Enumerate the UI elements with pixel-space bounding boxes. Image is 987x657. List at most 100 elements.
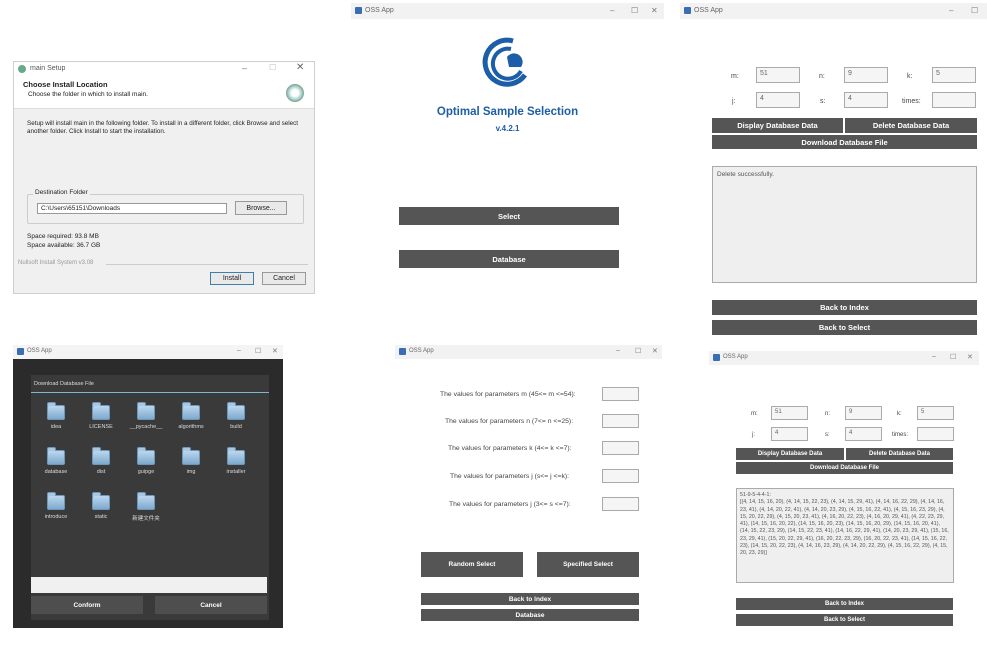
s-input[interactable]: 4 bbox=[845, 427, 882, 441]
folder-item[interactable]: img bbox=[171, 447, 211, 475]
cancel-button[interactable]: Cancel bbox=[262, 272, 306, 285]
k-input[interactable]: 5 bbox=[932, 67, 976, 83]
folder-icon bbox=[137, 402, 155, 420]
maximize-icon[interactable]: ☐ bbox=[255, 347, 261, 355]
folder-icon bbox=[227, 447, 245, 465]
download-database-button[interactable]: Download Database File bbox=[736, 462, 953, 474]
folder-item[interactable]: __pycache__ bbox=[126, 402, 166, 430]
destination-path-input[interactable]: C:\Users\65151\Downloads bbox=[37, 203, 227, 214]
maximize-icon[interactable]: ☐ bbox=[971, 6, 978, 15]
folder-item[interactable]: static bbox=[81, 492, 121, 520]
display-database-button[interactable]: Display Database Data bbox=[712, 118, 843, 133]
install-button[interactable]: Install bbox=[210, 272, 254, 285]
s-input[interactable]: 4 bbox=[844, 92, 888, 108]
folder-icon bbox=[182, 402, 200, 420]
folder-item[interactable]: algorithms bbox=[171, 402, 211, 430]
output-textbox[interactable]: 51-9-5-4-4-1: [(4, 14, 15, 16, 20), (4, … bbox=[736, 488, 954, 583]
m-input[interactable]: 51 bbox=[756, 67, 800, 83]
database-button[interactable]: Database bbox=[421, 609, 639, 621]
file-dialog-window: OSS App – ☐ ✕ Download Database File ide… bbox=[13, 345, 283, 628]
select-window: OSS App – ☐ ✕ The values for parameters … bbox=[395, 345, 662, 628]
m-input[interactable]: 51 bbox=[771, 406, 808, 420]
minimize-icon[interactable]: – bbox=[242, 63, 247, 73]
folder-item[interactable]: build bbox=[216, 402, 256, 430]
back-to-index-button[interactable]: Back to Index bbox=[712, 300, 977, 315]
back-to-index-button[interactable]: Back to Index bbox=[736, 598, 953, 610]
close-icon[interactable]: ✕ bbox=[651, 6, 658, 15]
param-input-k[interactable] bbox=[602, 441, 639, 455]
back-to-select-button[interactable]: Back to Select bbox=[736, 614, 953, 626]
delete-database-button[interactable]: Delete Database Data bbox=[846, 448, 953, 460]
s-label: s: bbox=[825, 432, 830, 438]
back-to-index-button[interactable]: Back to Index bbox=[421, 593, 639, 605]
back-to-select-button[interactable]: Back to Select bbox=[712, 320, 977, 335]
param-label-n: The values for parameters n (7<= n <=25)… bbox=[445, 418, 574, 425]
m-label: m: bbox=[751, 411, 758, 417]
close-icon[interactable]: ✕ bbox=[652, 347, 658, 355]
maximize-icon[interactable]: ☐ bbox=[950, 353, 956, 361]
maximize-icon[interactable]: ☐ bbox=[269, 63, 276, 72]
database-button[interactable]: Database bbox=[399, 250, 619, 268]
times-input[interactable] bbox=[932, 92, 976, 108]
random-select-button[interactable]: Random Select bbox=[421, 552, 523, 577]
window-title: OSS App bbox=[365, 7, 394, 14]
feather-app-icon bbox=[684, 7, 691, 14]
minimize-icon[interactable]: – bbox=[237, 347, 241, 354]
param-label-m: The values for parameters m (45<= m <=54… bbox=[440, 391, 576, 398]
folder-icon bbox=[92, 402, 110, 420]
folder-label: guipge bbox=[137, 469, 155, 475]
folder-item[interactable]: installer bbox=[216, 447, 256, 475]
window-title: OSS App bbox=[409, 348, 434, 354]
minimize-icon[interactable]: – bbox=[616, 347, 620, 354]
folder-item[interactable]: dist bbox=[81, 447, 121, 475]
installer-subheading: Choose the folder in which to install ma… bbox=[28, 91, 148, 98]
minimize-icon[interactable]: – bbox=[932, 353, 936, 360]
folder-label: dist bbox=[96, 469, 106, 475]
conform-button[interactable]: Conform bbox=[31, 596, 143, 614]
folder-label: static bbox=[94, 514, 108, 520]
space-available: Space available: 36.7 GB bbox=[27, 242, 101, 249]
specified-select-button[interactable]: Specified Select bbox=[537, 552, 639, 577]
folder-item[interactable]: 新建文件夹 bbox=[126, 492, 166, 522]
display-database-button[interactable]: Display Database Data bbox=[736, 448, 844, 460]
nsis-brand: Nullsoft Install System v3.08 bbox=[18, 260, 94, 266]
times-input[interactable] bbox=[917, 427, 954, 441]
browse-button[interactable]: Browse... bbox=[235, 201, 287, 215]
maximize-icon[interactable]: ☐ bbox=[635, 347, 641, 355]
select-button[interactable]: Select bbox=[399, 207, 619, 225]
folder-item[interactable]: LICENSE bbox=[81, 402, 121, 430]
close-icon[interactable]: ✕ bbox=[296, 62, 304, 73]
j-input[interactable]: 4 bbox=[756, 92, 800, 108]
m-label: m: bbox=[731, 73, 739, 80]
app-version: v.4.2.1 bbox=[495, 124, 520, 133]
n-input[interactable]: 9 bbox=[844, 67, 888, 83]
k-input[interactable]: 5 bbox=[917, 406, 954, 420]
delete-database-button[interactable]: Delete Database Data bbox=[845, 118, 977, 133]
folder-item[interactable]: guipge bbox=[126, 447, 166, 475]
folder-item[interactable]: introduce bbox=[36, 492, 76, 520]
param-input-n[interactable] bbox=[602, 414, 639, 428]
folder-item[interactable]: idea bbox=[36, 402, 76, 430]
folder-icon bbox=[47, 492, 65, 510]
n-input[interactable]: 9 bbox=[845, 406, 882, 420]
param-input-s[interactable] bbox=[602, 497, 639, 511]
home-titlebar: OSS App – ☐ ✕ bbox=[351, 3, 664, 19]
output-textbox[interactable]: Delete successfully. bbox=[712, 166, 977, 283]
folder-icon bbox=[182, 447, 200, 465]
folder-item[interactable]: database bbox=[36, 447, 76, 475]
cancel-button[interactable]: Cancel bbox=[155, 596, 267, 614]
minimize-icon[interactable]: – bbox=[610, 6, 614, 15]
j-input[interactable]: 4 bbox=[771, 427, 808, 441]
maximize-icon[interactable]: ☐ bbox=[631, 6, 638, 15]
close-icon[interactable]: ✕ bbox=[967, 353, 973, 361]
param-label-j: The values for parameters j (s<= j <=k): bbox=[450, 473, 569, 480]
param-input-m[interactable] bbox=[602, 387, 639, 401]
minimize-icon[interactable]: – bbox=[949, 6, 953, 15]
filename-input[interactable] bbox=[31, 577, 267, 593]
close-icon[interactable]: ✕ bbox=[272, 347, 278, 355]
installer-body: Setup will install main in the following… bbox=[27, 120, 299, 135]
param-input-j[interactable] bbox=[602, 469, 639, 483]
folder-icon bbox=[92, 447, 110, 465]
download-database-button[interactable]: Download Database File bbox=[712, 135, 977, 149]
folder-icon bbox=[47, 447, 65, 465]
